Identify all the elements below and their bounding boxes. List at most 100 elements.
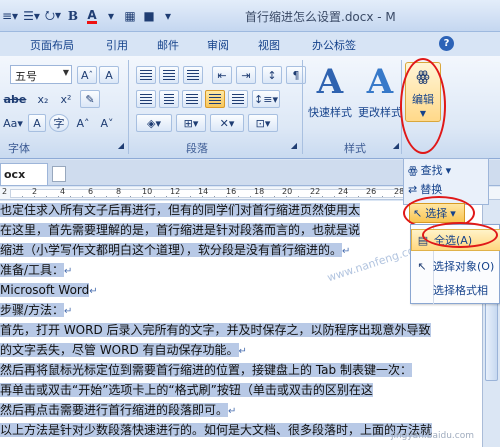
menu-item-select-format[interactable]: 选择格式相 (411, 279, 500, 301)
group-divider (302, 60, 303, 154)
clear-format-button[interactable]: ✎ (80, 90, 100, 108)
change-styles-icon: A (366, 62, 394, 102)
bold-button[interactable]: B (66, 7, 80, 25)
tab-page-layout[interactable]: 页面布局 (30, 37, 74, 53)
ruler-mark: 16 (226, 187, 237, 196)
ruler-mark: 22 (310, 187, 321, 196)
document-line: 准备/工具：↵ (0, 263, 73, 277)
asian-layout-icon[interactable]: ⊡▾ (248, 114, 278, 132)
ruler-mark: 10 (142, 187, 153, 196)
multilevel-list-icon[interactable] (183, 66, 203, 84)
help-icon[interactable]: ? (439, 36, 454, 51)
document-tab[interactable]: ocx (0, 163, 48, 185)
replace-button[interactable]: ⇄ 替换 (408, 181, 442, 197)
tab-office-tabs[interactable]: 办公标签 (312, 37, 356, 53)
title-bar: ≡▾ ☰▾ ⭮▾ B A ▾ ▦ ■ ▾ 首行缩进怎么设置.docx - M (0, 0, 500, 32)
bullets-button[interactable]: ≡▾ (2, 7, 18, 25)
document-line: 步骤/方法：↵ (0, 303, 73, 317)
window-title: 首行缩进怎么设置.docx - M (245, 10, 396, 24)
distributed-icon[interactable] (228, 90, 248, 108)
binoculars-icon: ꙮ (408, 163, 418, 177)
red-annotation-circle (400, 58, 446, 154)
font-color-button[interactable]: A (85, 7, 99, 25)
grow-font-2-button[interactable]: A˄ (72, 114, 94, 132)
increase-indent-icon[interactable]: ⇥ (236, 66, 256, 84)
bullets-icon[interactable] (136, 66, 156, 84)
paragraph-dialog-launcher[interactable]: ◢ (288, 139, 300, 151)
tab-mailings[interactable]: 邮件 (157, 37, 179, 53)
chevron-down-icon: ▼ (62, 68, 69, 77)
quick-styles-icon: A (316, 62, 344, 102)
document-line: 以上方法是针对少数段落快速进行的。如何是大文档、很多段落时，上面的方法就 (0, 423, 433, 437)
line-spacing-icon[interactable]: ↕≡▾ (252, 90, 280, 108)
align-left-icon[interactable] (136, 90, 156, 108)
ruler-mark: 2 (2, 187, 8, 196)
sort-icon[interactable]: ↕ (262, 66, 282, 84)
enclose-char-button[interactable]: 字 (49, 114, 69, 132)
tab-references[interactable]: 引用 (106, 37, 128, 53)
ruler-mark: 4 (60, 187, 66, 196)
tab-view[interactable]: 视图 (258, 37, 280, 53)
chevron-down-icon: ▾ (445, 163, 452, 177)
align-right-icon[interactable] (182, 90, 202, 108)
numbering-icon[interactable] (159, 66, 179, 84)
shrink-font-2-button[interactable]: A˅ (96, 114, 118, 132)
document-line: 首先，打开 WORD 后录入完所有的文字，并及时保存之，以防程序出现意外导致 (0, 323, 431, 337)
justify-icon[interactable] (205, 90, 225, 108)
document-line: 的文字丢失，尽管 WORD 有自动保存功能。↵ (0, 343, 247, 357)
group-divider (128, 60, 129, 154)
shrink-font-button[interactable]: A (99, 66, 119, 84)
ruler-mark: 8 (116, 187, 122, 196)
customize-qat-button[interactable]: ▾ (161, 7, 175, 25)
new-document-icon[interactable] (52, 166, 66, 182)
font-dialog-launcher[interactable]: ◢ (115, 139, 127, 151)
font-size-select[interactable]: 五号 ▼ (10, 65, 72, 84)
ruler-mark: 14 (198, 187, 209, 196)
strikethrough-button[interactable]: abe (0, 90, 30, 108)
ruler-mark: 2 (32, 187, 38, 196)
red-annotation-circle (422, 222, 498, 248)
ruler-mark: 12 (170, 187, 181, 196)
quick-styles-button[interactable]: A 快速样式 (306, 62, 354, 120)
shading-icon[interactable]: ◈▾ (136, 114, 172, 132)
ruler-mark: 20 (282, 187, 293, 196)
highlight-button[interactable]: ⭮▾ (45, 7, 61, 25)
char-shading-button[interactable]: A (28, 114, 46, 132)
show-marks-icon[interactable]: ¶ (286, 66, 306, 84)
chinese-layout-icon[interactable]: ✕▾ (210, 114, 244, 132)
document-line: 再单击或双击“开始”选项卡上的“格式刷”按钮（单击或双击的区别在这 (0, 383, 373, 397)
font-group-label: 字体 (8, 142, 30, 155)
document-line: 在这里，首先需要理解的是，首行缩进是针对段落而言的，也就是说 (0, 223, 361, 237)
ribbon-tabs: 页面布局 引用 邮件 审阅 视图 办公标签 (0, 32, 500, 56)
borders-icon[interactable]: ⊞▾ (176, 114, 206, 132)
change-styles-button[interactable]: A 更改样式 (356, 62, 404, 120)
styles-group-label: 样式 (344, 142, 366, 155)
superscript-button[interactable]: x² (56, 90, 76, 108)
document-line: Microsoft Word↵ (0, 283, 98, 297)
menu-item-select-objects[interactable]: ↖ 选择对象(O) (411, 255, 500, 277)
ruler-mark: 26 (366, 187, 377, 196)
subscript-button[interactable]: x₂ (33, 90, 53, 108)
replace-icon: ⇄ (408, 182, 418, 196)
document-line: 缩进（小学写作文都明白这个道理），软分段是没有首行缩进的。↵ (0, 243, 351, 257)
quick-access-toolbar: ≡▾ ☰▾ ⭮▾ B A ▾ ▦ ■ ▾ (2, 6, 175, 26)
font-color-icon: A (87, 7, 97, 24)
change-case-button[interactable]: Aa▾ (0, 114, 26, 132)
numbering-button[interactable]: ☰▾ (23, 7, 40, 25)
document-line: 也定住求入所有文子后再进行，但有的同学们对首行缩进页然使用太 (0, 203, 361, 217)
tab-review[interactable]: 审阅 (207, 37, 229, 53)
cursor-icon: ↖ (417, 259, 427, 273)
document-line: 然后再将鼠标光标定位到需要首行缩进的位置，接键盘上的 Tab 制表键一次： (0, 363, 412, 377)
grow-font-button[interactable]: Aˆ (77, 66, 97, 84)
font-color-dropdown[interactable]: ▾ (104, 7, 118, 25)
decrease-indent-icon[interactable]: ⇤ (212, 66, 232, 84)
paragraph-group-label: 段落 (186, 142, 208, 155)
footer-watermark: jingyan.baidu.com (390, 431, 474, 441)
ruler-mark: 6 (88, 187, 94, 196)
find-button[interactable]: ꙮ 查找 ▾ (408, 162, 451, 178)
table-button[interactable]: ▦ (123, 7, 137, 25)
align-center-icon[interactable] (159, 90, 179, 108)
shading-button[interactable]: ■ (142, 7, 156, 25)
ruler-mark: 18 (254, 187, 265, 196)
document-line: 然后再点击需要进行首行缩进的段落即可。↵ (0, 403, 237, 417)
